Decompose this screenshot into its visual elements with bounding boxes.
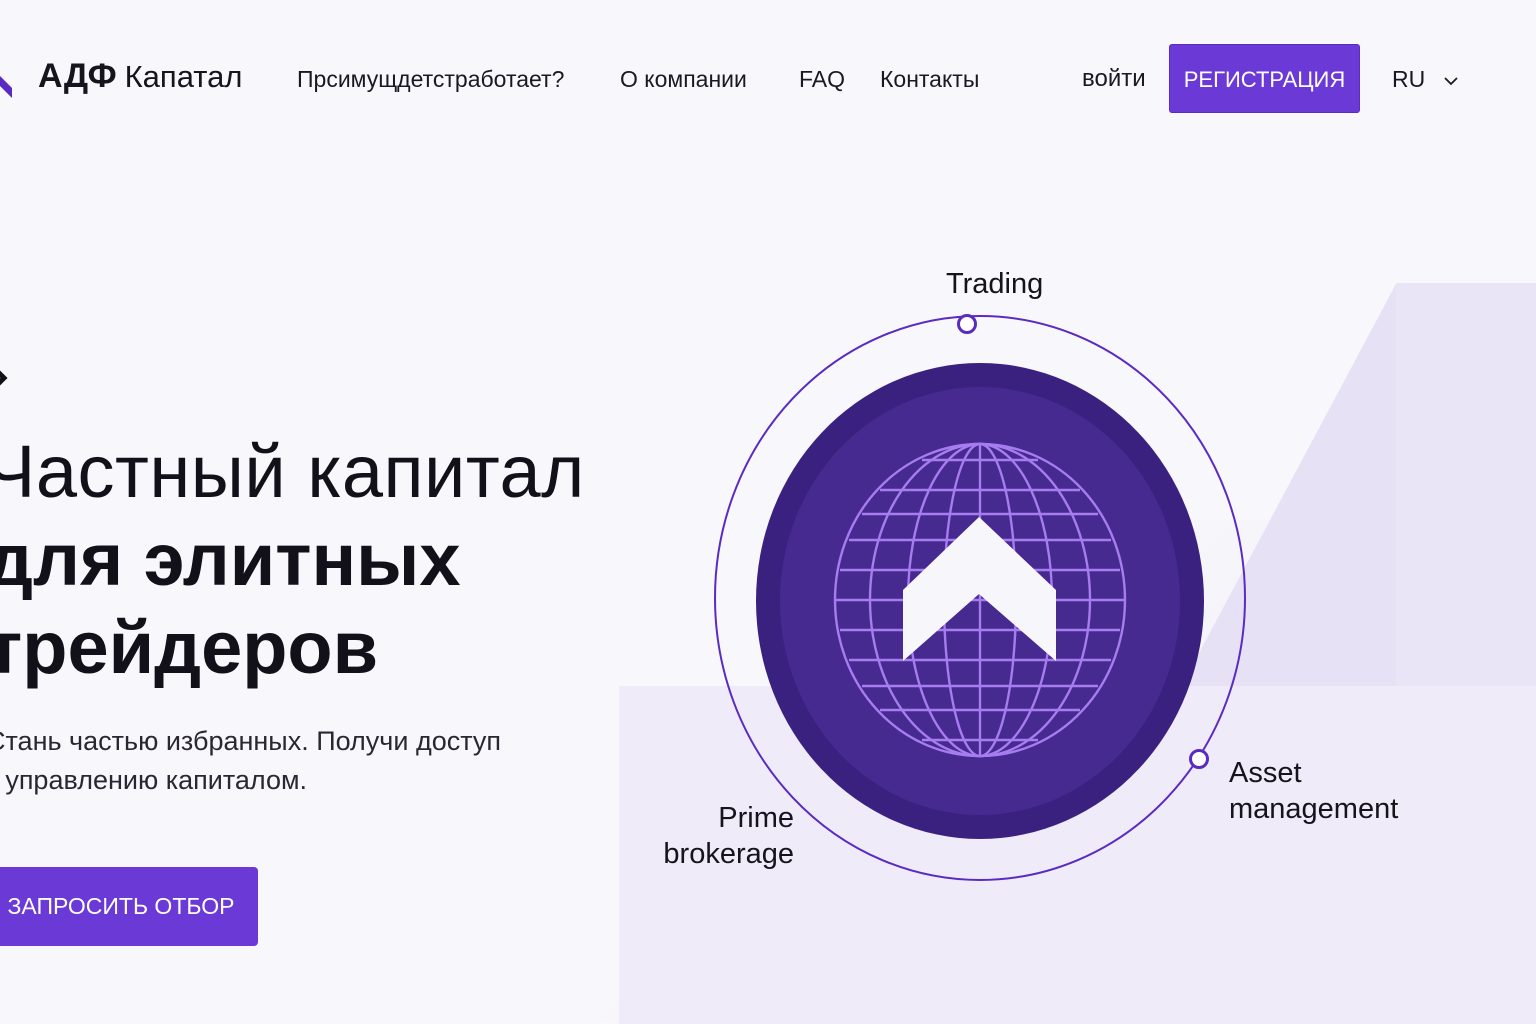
node-label-prime-line-2: brokerage [663,838,794,870]
language-select[interactable]: RU [1392,64,1458,94]
register-button[interactable]: РЕГИСТРАЦИЯ [1169,44,1360,113]
nav-link-about[interactable]: О компании [620,64,747,94]
background-shape-rear-edge [1396,283,1536,686]
hero-subtitle-line-1: Стань частью избранных. Получи доступ [0,726,502,756]
logo-wordmark[interactable]: АДФ Капатал [38,54,242,99]
node-label-trading: Trading [946,266,1043,302]
logo-name-bold: АДФ [38,57,117,95]
hero-title-line-1: Частный капитал [0,430,585,513]
node-dot-asset [1189,749,1209,769]
node-label-prime-line-1: Prime [718,802,794,834]
login-link[interactable]: войти [1082,64,1146,94]
nav-link-faq[interactable]: FAQ [799,64,845,94]
node-label-asset-management: Asset management [1229,755,1398,827]
language-selected: RU [1392,66,1426,92]
chevron-down-icon [1443,63,1458,93]
site-header: АДФ Капатал Прсимущдетстработает? О компа… [0,0,1536,160]
node-dot-trading [957,314,977,334]
node-label-prime-brokerage: Prime brokerage [640,800,794,872]
nav-link-how-it-works[interactable]: Прсимущдетстработает? [297,64,564,94]
hero-subtitle-line-2: к управлению капиталом. [0,765,308,795]
globe-arrow-up-icon [756,363,1204,839]
request-selection-button[interactable]: ЗАПРОСИТЬ ОТБОР [0,867,258,946]
logo-name-light: Капатал [124,59,243,94]
hero-subtitle: Стань частью избранных. Получи доступ к … [0,722,546,800]
node-label-trading-line-1: Trading [946,268,1044,300]
hero-title-line-2: для элитных [0,518,461,601]
hero-title: Частный капитал для элитных трейдеров [0,428,626,692]
node-label-asset-line-1: Asset [1229,757,1302,789]
services-diagram: Trading Prime brokerage Asset management [640,250,1398,930]
node-label-asset-line-2: management [1229,793,1399,825]
hero-title-line-3: трейдеров [0,606,379,689]
nav-link-contacts[interactable]: Контакты [880,64,979,94]
chevron-right-icon [0,360,12,400]
arrow-up-logo-icon[interactable] [0,58,14,102]
